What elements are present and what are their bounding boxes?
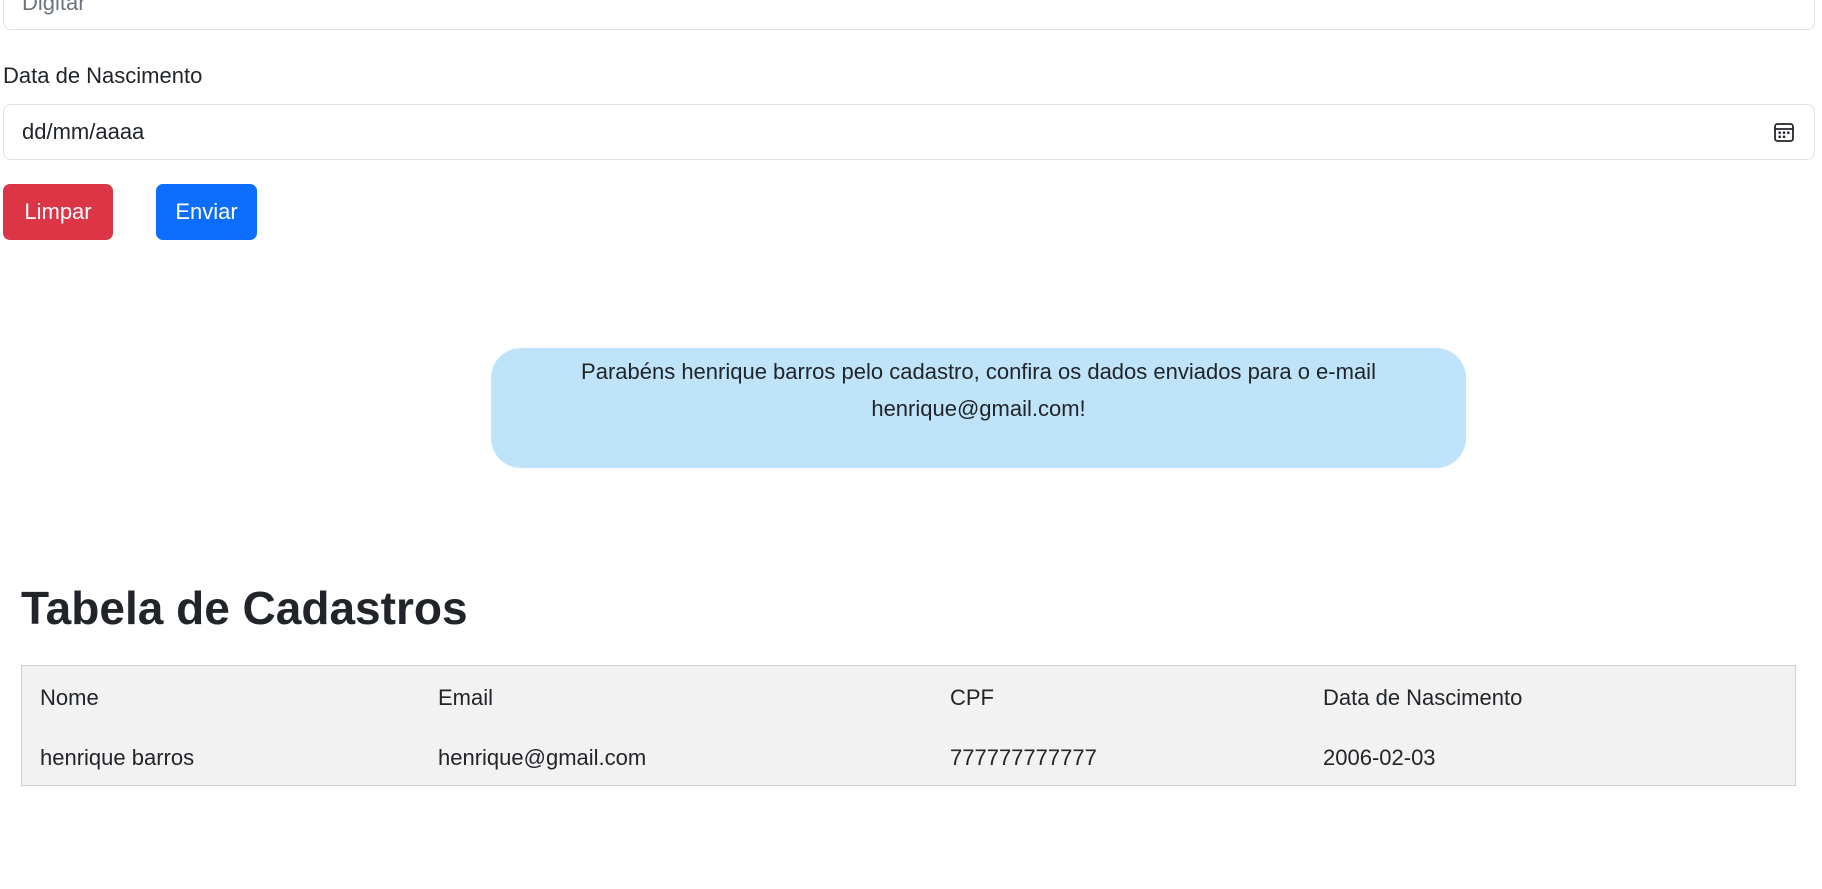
previous-text-input[interactable] bbox=[22, 0, 1722, 19]
birth-date-label: Data de Nascimento bbox=[3, 63, 203, 88]
success-message-line-1: Parabéns henrique barros pelo cadastro, … bbox=[581, 359, 1376, 384]
calendar-icon[interactable] bbox=[1772, 120, 1796, 144]
previous-text-field[interactable] bbox=[3, 0, 1815, 30]
column-header-name: Nome bbox=[40, 685, 99, 710]
clear-button[interactable]: Limpar bbox=[3, 184, 113, 240]
cell-cpf: 777777777777 bbox=[950, 745, 1097, 770]
send-button[interactable]: Enviar bbox=[156, 184, 257, 240]
table-title: Tabela de Cadastros bbox=[21, 582, 468, 634]
birth-date-field[interactable]: dd/mm/aaaa bbox=[3, 104, 1815, 160]
registrations-table: Nome Email CPF Data de Nascimento henriq… bbox=[21, 665, 1796, 786]
success-message-line-2: henrique@gmail.com! bbox=[871, 396, 1086, 421]
cell-name: henrique barros bbox=[40, 745, 195, 770]
column-header-birth-date: Data de Nascimento bbox=[1323, 685, 1523, 710]
birth-date-placeholder: dd/mm/aaaa bbox=[22, 119, 145, 144]
column-header-cpf: CPF bbox=[950, 685, 994, 710]
success-alert: Parabéns henrique barros pelo cadastro, … bbox=[491, 348, 1466, 468]
cell-birth-date: 2006-02-03 bbox=[1323, 745, 1436, 770]
column-header-email: Email bbox=[438, 685, 494, 710]
cell-email: henrique@gmail.com bbox=[438, 745, 647, 770]
